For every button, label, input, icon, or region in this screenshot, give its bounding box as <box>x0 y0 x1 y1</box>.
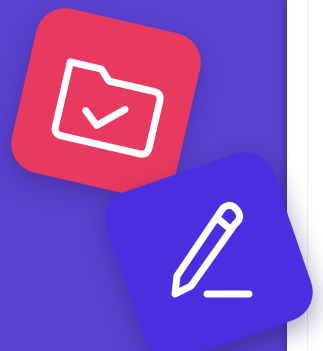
illustration-stage <box>0 0 323 351</box>
